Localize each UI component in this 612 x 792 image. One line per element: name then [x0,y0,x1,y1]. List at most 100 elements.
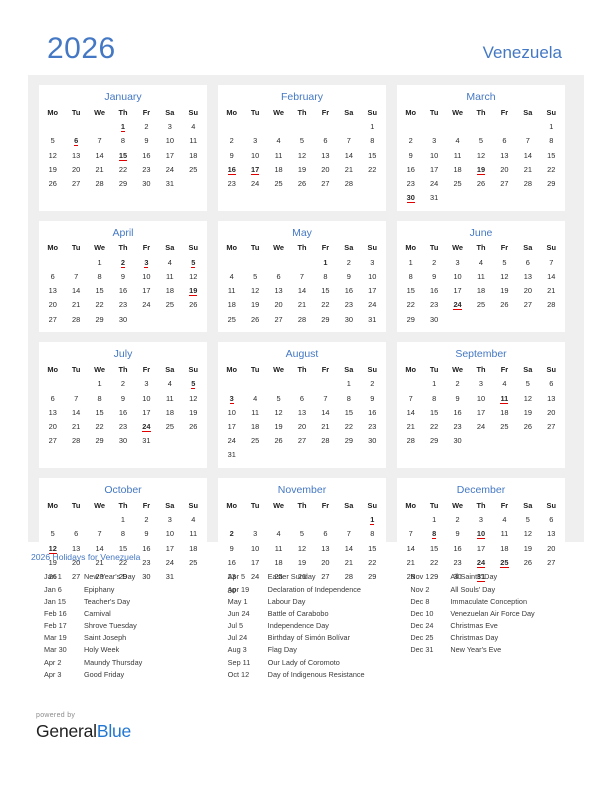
day-cell: 3 [253,529,258,539]
day-cell: 23 [227,178,236,188]
month-day-grid: Mo Tu We Th Fr Sa Su 1 2 3 4 5 6 7 8 9 10 11 12 13 14 15 16 17… [41,364,205,448]
holiday-date: Jan 1 [44,572,62,582]
weekday-header-row: Mo Tu We Th Fr Sa Su [399,500,563,513]
day-cell: 2 [229,136,234,146]
empty-day-cell [64,255,87,269]
day-cell: 2 [144,515,149,525]
day-cell: 24 [165,164,174,174]
day-cell: 27 [48,436,57,446]
day-cell: 8 [370,136,375,146]
weekday-header: We [94,243,106,253]
holiday-name: Good Friday [84,669,125,679]
day-cell: 9 [455,529,460,539]
day-cell: 1 [97,257,102,267]
empty-day-cell [290,120,313,134]
day-number: 8 [432,529,437,540]
page-header: 2026 Venezuela [0,0,612,75]
weekday-header: Mo [226,243,238,253]
day-cell: 1 [549,122,554,132]
holiday-name: New Year's Day [84,572,136,582]
weekday-header: Th [297,364,307,374]
weekday-header: We [94,107,106,117]
day-cell: 17 [453,286,462,296]
weekday-header: Mo [47,107,59,117]
holiday-date: Oct 12 [227,669,250,679]
holiday-date: Dec 25 [410,633,434,643]
empty-day-cell [422,120,445,134]
holiday-list-item: Dec 8 Immaculate Conception [410,595,587,607]
day-cell: 27 [547,557,556,567]
week-row: 1 2 3 4 5 [41,255,205,269]
holiday-date: Nov 2 [410,584,430,594]
day-number: 3 [144,257,149,268]
weekday-header: Tu [429,243,439,253]
empty-day-cell [220,377,243,391]
week-row: 1 2 3 4 5 6 7 [399,255,563,269]
day-cell: 24 [142,300,151,310]
empty-day-cell [540,191,563,205]
day-number: 2 [229,529,234,539]
day-cell: 6 [50,272,55,282]
day-cell: 15 [95,407,104,417]
holiday-list-item: Oct 12 Day of Indigenous Resistance [228,668,405,680]
day-cell: 13 [297,407,307,417]
day-cell: 3 [253,136,258,146]
day-cell: 16 [227,557,236,567]
holiday-day-cell: 11 [493,391,516,405]
holiday-name: Day of Indigenous Resistance [267,669,365,679]
holiday-date: May 1 [227,596,248,606]
empty-day-cell [290,377,313,391]
day-cell: 14 [72,407,81,417]
holiday-date: Apr 2 [44,657,62,667]
day-cell: 10 [251,150,260,160]
week-row: 9 10 11 12 13 14 15 [220,148,384,162]
empty-day-cell [267,120,290,134]
day-cell: 7 [549,257,554,267]
day-cell: 26 [523,557,532,567]
day-cell: 5 [299,136,305,146]
day-cell: 3 [432,136,437,146]
day-cell: 20 [547,407,556,417]
empty-day-cell [182,312,205,326]
month-title: November [277,483,327,496]
holiday-date: Apr 5 [227,572,246,582]
holiday-day-cell: 3 [135,255,158,269]
day-cell: 4 [502,515,507,525]
day-number: 19 [189,286,198,297]
holiday-name: Holy Week [84,645,120,655]
day-cell: 1 [346,379,351,389]
day-number: 2 [120,257,126,268]
day-cell: 5 [276,393,281,403]
empty-day-cell [469,434,492,448]
week-row: 1 [220,513,384,527]
weekday-header: Tu [71,243,81,253]
holiday-day-cell: 5 [182,377,205,391]
day-cell: 11 [477,272,485,282]
day-cell: 12 [523,529,532,539]
day-cell: 14 [321,407,330,417]
day-cell: 7 [346,529,351,539]
day-number: 17 [251,164,260,175]
holiday-list-item: Dec 10 Venezuelan Air Force Day [410,608,587,620]
empty-day-cell [243,377,266,391]
day-cell: 22 [95,300,104,310]
empty-day-cell [267,448,290,462]
day-cell: 6 [50,393,55,403]
day-cell: 11 [227,286,236,296]
day-number: 24 [453,300,462,311]
day-cell: 26 [500,300,509,310]
day-cell: 21 [523,164,532,174]
weekday-header: Sa [165,500,175,510]
day-cell: 21 [297,300,307,310]
empty-day-cell [220,255,243,269]
day-cell: 7 [346,136,351,146]
day-cell: 13 [72,150,81,160]
day-cell: 2 [455,379,460,389]
empty-day-cell [399,120,422,134]
day-cell: 14 [406,543,415,553]
day-cell: 13 [500,150,509,160]
holiday-day-cell: 24 [135,419,158,433]
week-row: 17 18 19 20 21 22 23 [220,419,384,433]
week-row: 1 2 3 4 5 [41,377,205,391]
week-row: 29 30 [399,312,563,326]
